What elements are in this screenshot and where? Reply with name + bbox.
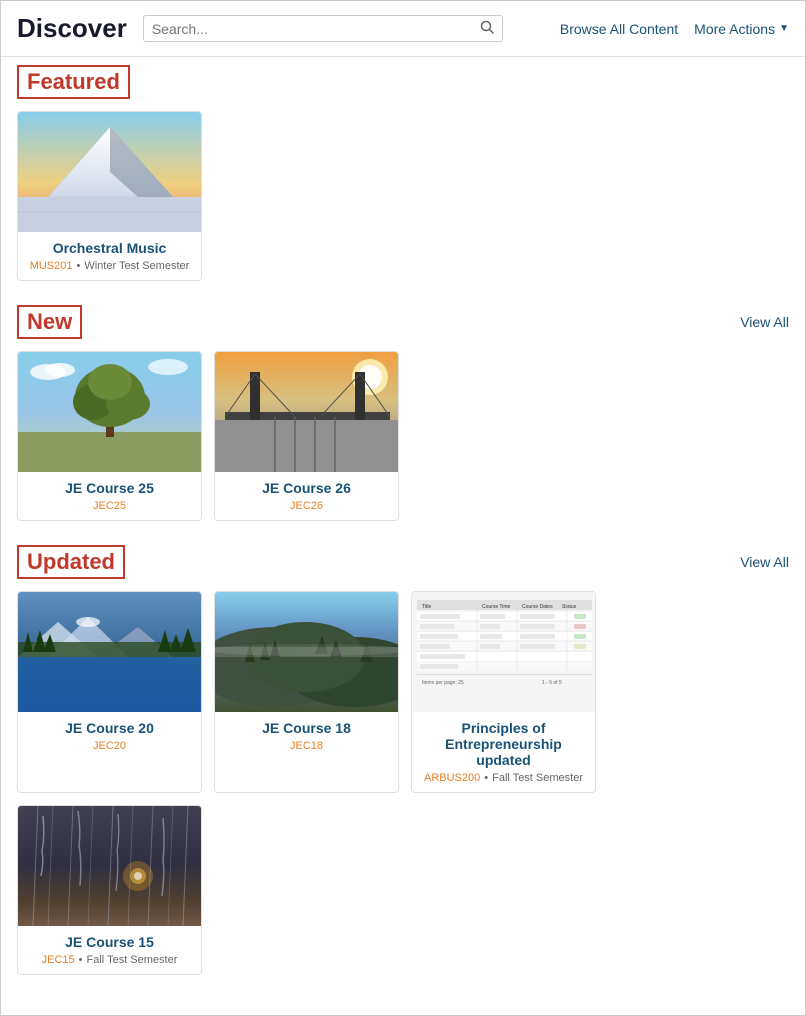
je-course-25-info: JE Course 25 JEC25 [18, 472, 201, 520]
updated-section: Updated View All [17, 545, 789, 975]
je-course-18-code: JEC18 [290, 740, 323, 752]
updated-card-je-course-15[interactable]: JE Course 15 JEC15 • Fall Test Semester [17, 805, 202, 975]
je-course-26-meta: JEC26 [223, 500, 390, 512]
principles-info: Principles of Entrepreneurship updated A… [412, 712, 595, 792]
svg-text:Title: Title [422, 604, 431, 610]
je-course-18-meta: JEC18 [223, 740, 390, 752]
svg-text:Course Dates: Course Dates [522, 604, 553, 610]
updated-cards-grid: JE Course 20 JEC20 [17, 591, 789, 975]
chevron-down-icon: ▼ [779, 23, 789, 34]
je-course-25-title: JE Course 25 [26, 480, 193, 496]
je-course-18-title: JE Course 18 [223, 720, 390, 736]
je-course-18-image [215, 592, 399, 712]
je-course-15-info: JE Course 15 JEC15 • Fall Test Semester [18, 926, 201, 974]
svg-text:1 - 5 of 5: 1 - 5 of 5 [542, 680, 562, 686]
updated-card-je-course-18[interactable]: JE Course 18 JEC18 [214, 591, 399, 793]
je-course-26-info: JE Course 26 JEC26 [215, 472, 398, 520]
updated-section-header: Updated View All [17, 545, 789, 579]
featured-section: Featured [17, 65, 789, 281]
je-course-15-code: JEC15 [42, 954, 75, 966]
je-course-15-semester: Fall Test Semester [87, 954, 178, 966]
new-section: New View All [17, 305, 789, 521]
featured-cards-grid: Orchestral Music MUS201 • Winter Test Se… [17, 111, 789, 281]
principles-meta: ARBUS200 • Fall Test Semester [420, 772, 587, 784]
new-section-header: New View All [17, 305, 789, 339]
search-button[interactable] [480, 20, 494, 37]
je-course-15-meta: JEC15 • Fall Test Semester [26, 954, 193, 966]
svg-text:Items per page: 25: Items per page: 25 [422, 680, 464, 686]
new-view-all-link[interactable]: View All [740, 314, 789, 330]
je-course-15-title: JE Course 15 [26, 934, 193, 950]
orchestral-music-semester: Winter Test Semester [84, 260, 189, 272]
je-course-26-image [215, 352, 399, 472]
je-course-20-info: JE Course 20 JEC20 [18, 712, 201, 760]
new-cards-grid: JE Course 25 JEC25 [17, 351, 789, 521]
featured-card-orchestral-music[interactable]: Orchestral Music MUS201 • Winter Test Se… [17, 111, 202, 281]
je-course-18-info: JE Course 18 JEC18 [215, 712, 398, 760]
header-links: Browse All Content More Actions ▼ [560, 21, 789, 37]
svg-text:Course Time: Course Time [482, 604, 511, 610]
je-course-20-title: JE Course 20 [26, 720, 193, 736]
principles-image: Title Course Time Course Dates Status [412, 592, 596, 712]
orchestral-music-image [18, 112, 202, 232]
principles-semester: Fall Test Semester [492, 772, 583, 784]
browse-all-link[interactable]: Browse All Content [560, 21, 678, 37]
principles-title: Principles of Entrepreneurship updated [420, 720, 587, 768]
search-container [143, 15, 503, 42]
orchestral-music-code: MUS201 [30, 260, 73, 272]
orchestral-music-meta: MUS201 • Winter Test Semester [26, 260, 193, 272]
featured-section-header: Featured [17, 65, 789, 99]
je-course-25-image [18, 352, 202, 472]
svg-text:Status: Status [562, 604, 577, 610]
je-course-15-image [18, 806, 202, 926]
je-course-25-code: JEC25 [93, 500, 126, 512]
je-course-20-image [18, 592, 202, 712]
more-actions-button[interactable]: More Actions ▼ [694, 21, 789, 37]
search-icon [480, 20, 494, 34]
principles-dot: • [484, 772, 488, 784]
je-course-25-meta: JEC25 [26, 500, 193, 512]
je-course-26-code: JEC26 [290, 500, 323, 512]
featured-section-title: Featured [17, 65, 130, 99]
orchestral-music-dot: • [76, 260, 80, 272]
more-actions-label: More Actions [694, 21, 775, 37]
updated-view-all-link[interactable]: View All [740, 554, 789, 570]
new-card-je-course-26[interactable]: JE Course 26 JEC26 [214, 351, 399, 521]
new-card-je-course-25[interactable]: JE Course 25 JEC25 [17, 351, 202, 521]
updated-card-je-course-20[interactable]: JE Course 20 JEC20 [17, 591, 202, 793]
je-course-20-code: JEC20 [93, 740, 126, 752]
je-course-15-dot: • [79, 954, 83, 966]
main-content: Featured [1, 57, 805, 1015]
orchestral-music-info: Orchestral Music MUS201 • Winter Test Se… [18, 232, 201, 280]
je-course-26-title: JE Course 26 [223, 480, 390, 496]
principles-code: ARBUS200 [424, 772, 480, 784]
page-header: Discover Browse All Content More Actions… [1, 1, 805, 57]
orchestral-music-title: Orchestral Music [26, 240, 193, 256]
updated-section-title: Updated [17, 545, 125, 579]
page-title: Discover [17, 13, 127, 44]
search-input[interactable] [152, 21, 480, 37]
je-course-20-meta: JEC20 [26, 740, 193, 752]
updated-card-principles[interactable]: Title Course Time Course Dates Status [411, 591, 596, 793]
new-section-title: New [17, 305, 82, 339]
